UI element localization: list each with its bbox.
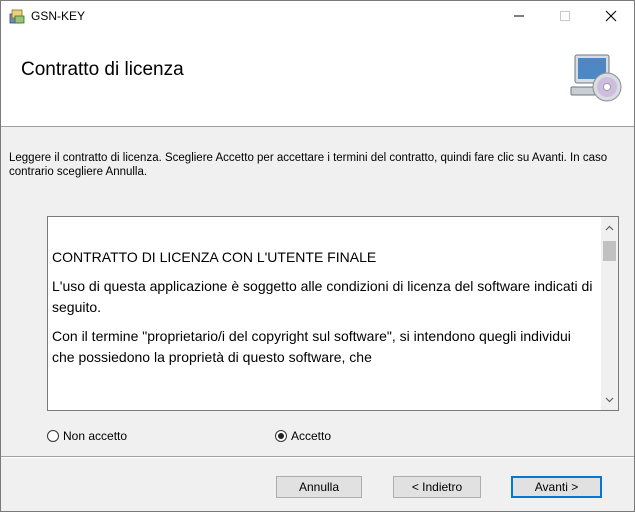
minimize-button[interactable]	[496, 1, 542, 31]
computer-cd-icon	[570, 54, 622, 102]
accept-label: Accetto	[291, 429, 332, 443]
vertical-scrollbar[interactable]	[601, 217, 618, 410]
decline-option[interactable]: Non accetto	[47, 429, 127, 443]
scroll-thumb[interactable]	[603, 241, 616, 261]
instructions-text: Leggere il contratto di licenza. Sceglie…	[9, 152, 608, 178]
back-button[interactable]: < Indietro	[393, 476, 481, 498]
cancel-button[interactable]: Annulla	[276, 476, 362, 498]
chevron-down-icon	[605, 397, 614, 402]
license-paragraph: L'uso di questa applicazione è soggetto …	[52, 278, 593, 315]
accept-radio[interactable]	[275, 430, 287, 442]
maximize-button	[542, 1, 588, 31]
license-text: CONTRATTO DI LICENZA CON L'UTENTE FINALE…	[52, 247, 597, 376]
license-paragraph: Con il termine "proprietario/i del copyr…	[52, 328, 571, 365]
installer-window: GSN-KEY Contratto di licenza Leggere il …	[0, 0, 635, 512]
maximize-icon	[560, 11, 570, 21]
footer-divider-highlight	[1, 457, 634, 458]
next-button[interactable]: Avanti >	[511, 476, 602, 498]
minimize-icon	[514, 15, 524, 17]
decline-radio[interactable]	[47, 430, 59, 442]
scroll-up-button[interactable]	[601, 219, 618, 236]
close-button[interactable]	[588, 1, 634, 31]
wizard-header: Contratto di licenza	[1, 31, 634, 127]
license-text-box[interactable]: CONTRATTO DI LICENZA CON L'UTENTE FINALE…	[47, 216, 619, 411]
close-icon	[605, 10, 617, 22]
license-paragraph: CONTRATTO DI LICENZA CON L'UTENTE FINALE	[52, 249, 377, 265]
chevron-up-icon	[605, 225, 614, 230]
page-title: Contratto di licenza	[21, 59, 184, 80]
decline-label: Non accetto	[63, 429, 128, 443]
installer-package-icon	[9, 9, 25, 24]
title-bar[interactable]: GSN-KEY	[1, 1, 634, 31]
scroll-down-button[interactable]	[601, 391, 618, 408]
accept-option[interactable]: Accetto	[275, 429, 331, 443]
window-title: GSN-KEY	[31, 9, 86, 23]
